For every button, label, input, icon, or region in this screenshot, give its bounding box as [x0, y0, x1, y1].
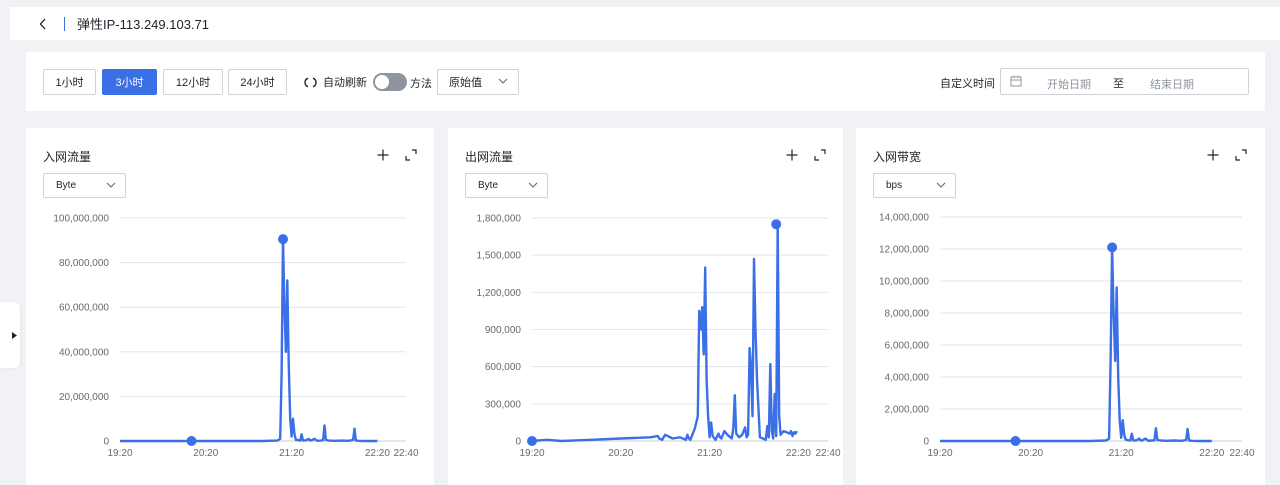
- y-tick-label: 300,000: [485, 399, 522, 410]
- y-tick-label: 900,000: [485, 325, 522, 336]
- method-select-value: 原始值: [449, 77, 482, 89]
- y-tick-label: 1,200,000: [477, 288, 522, 299]
- auto-refresh-toggle[interactable]: [373, 73, 407, 91]
- x-tick-label: 21:20: [1109, 448, 1134, 459]
- y-tick-label: 1,500,000: [477, 251, 522, 262]
- y-tick-label: 20,000,000: [59, 392, 109, 403]
- y-tick-label: 12,000,000: [879, 245, 929, 256]
- series-line: [120, 237, 378, 443]
- chevron-left-icon: [39, 18, 46, 29]
- x-tick-label: 19:20: [927, 448, 952, 459]
- data-point-marker: [527, 436, 537, 446]
- range-button-24h[interactable]: 24小时: [228, 69, 287, 95]
- date-range-separator: 至: [1113, 78, 1124, 90]
- start-date-input[interactable]: 开始日期: [1047, 76, 1091, 92]
- x-tick-label: 20:20: [1018, 448, 1043, 459]
- x-tick-label: 19:20: [519, 448, 544, 459]
- method-label: 方法: [410, 78, 432, 90]
- calendar-icon: [1010, 75, 1022, 87]
- chart-card-outbound-traffic: 出网流量 Byte 0 300,000 600,000 900,000 1,200,00…: [448, 128, 843, 485]
- data-point-marker: [771, 219, 782, 230]
- x-tick-label: 22:20: [1199, 448, 1224, 459]
- y-tick-label: 14,000,000: [879, 213, 929, 224]
- x-tick-label: 19:20: [107, 448, 132, 459]
- range-button-12h[interactable]: 12小时: [163, 69, 223, 95]
- data-point-marker: [1010, 436, 1021, 446]
- x-tick-label: 22:40: [393, 448, 418, 459]
- date-range-picker[interactable]: 开始日期 至 结束日期: [1000, 68, 1249, 95]
- end-date-input[interactable]: 结束日期: [1150, 76, 1194, 92]
- range-button-3h[interactable]: 3小时: [102, 69, 157, 95]
- x-tick-label: 21:20: [279, 448, 304, 459]
- y-tick-label: 600,000: [485, 362, 522, 373]
- y-tick-label: 40,000,000: [59, 347, 109, 358]
- line-chart: 0 2,000,000 4,000,000 6,000,000 8,000,000 10,…: [879, 213, 1255, 460]
- auto-refresh-group: 自动刷新: [304, 73, 407, 91]
- x-tick-label: 22:40: [1229, 448, 1254, 459]
- y-tick-label: 8,000,000: [885, 309, 930, 320]
- y-tick-label: 4,000,000: [885, 373, 930, 384]
- x-tick-label: 21:20: [697, 448, 722, 459]
- chart-card-inbound-traffic: 入网流量 Byte 0 20,000,000 40,000,000 60,000,00…: [26, 128, 434, 485]
- line-chart: 0 20,000,000 40,000,000 60,000,000 80,000,00…: [53, 214, 419, 460]
- series-line: [940, 246, 1212, 443]
- refresh-icon: [304, 77, 317, 87]
- y-tick-label: 0: [515, 437, 521, 448]
- title-divider: [64, 16, 65, 31]
- top-bar: 弹性IP-113.249.103.71: [10, 0, 1280, 40]
- y-tick-label: 6,000,000: [885, 341, 930, 352]
- page-title: 弹性IP-113.249.103.71: [77, 17, 210, 32]
- y-tick-label: 60,000,000: [59, 303, 109, 314]
- y-tick-label: 1,800,000: [477, 214, 522, 225]
- side-panel-toggle[interactable]: [0, 302, 20, 368]
- y-tick-label: 2,000,000: [885, 405, 930, 416]
- chevron-down-icon: [498, 78, 508, 84]
- y-tick-label: 10,000,000: [879, 277, 929, 288]
- data-point-marker: [186, 436, 197, 446]
- chart-card-inbound-bandwidth: 入网带宽 bps 0 2,000,000 4,000,000 6,000,000 8,0…: [856, 128, 1265, 485]
- x-tick-label: 20:20: [608, 448, 633, 459]
- x-tick-label: 22:20: [786, 448, 811, 459]
- y-tick-label: 0: [923, 437, 929, 448]
- back-button[interactable]: [34, 15, 52, 33]
- time-toolbar: 1小时 3小时 12小时 24小时 自动刷新 方法 原始值 自定义时间 开始日期…: [26, 52, 1265, 111]
- x-tick-label: 22:20: [365, 448, 390, 459]
- method-select[interactable]: 原始值: [437, 69, 519, 95]
- custom-time-label: 自定义时间: [940, 78, 995, 90]
- y-tick-label: 100,000,000: [53, 214, 109, 225]
- x-tick-label: 20:20: [193, 448, 218, 459]
- range-button-1h[interactable]: 1小时: [43, 69, 96, 95]
- auto-refresh-label: 自动刷新: [323, 77, 367, 89]
- data-point-marker: [278, 234, 289, 245]
- y-tick-label: 0: [103, 437, 109, 448]
- caret-right-icon: [12, 331, 17, 339]
- x-tick-label: 22:40: [815, 448, 840, 459]
- series-line: [531, 222, 798, 443]
- y-tick-label: 80,000,000: [59, 258, 109, 269]
- line-chart: 0 300,000 600,000 900,000 1,200,000 1,500,000…: [477, 214, 841, 460]
- data-point-marker: [1107, 242, 1118, 253]
